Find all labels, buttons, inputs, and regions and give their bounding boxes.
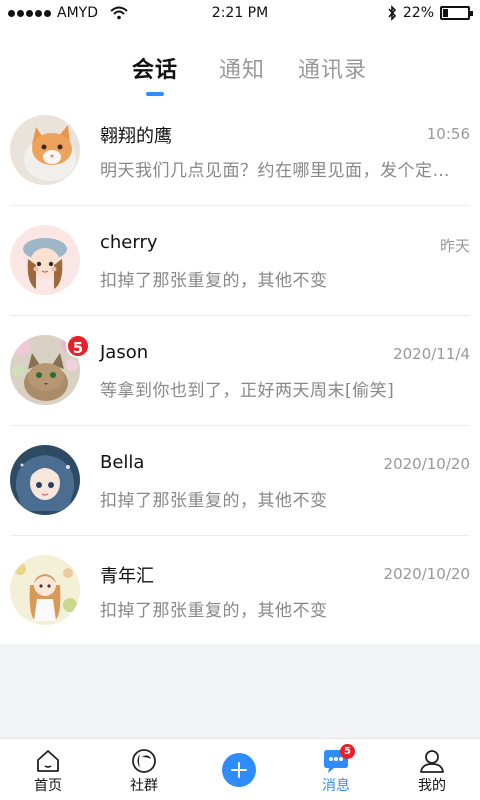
conversation-preview: 扣掉了那张重复的，其他不变 (100, 491, 328, 511)
tab-community[interactable]: 社群 (96, 739, 192, 800)
bluetooth-icon (388, 5, 396, 21)
conversation-row[interactable]: 翱翔的鹰 10:56 明天我们几点见面？约在哪里见面，发个定位过来 (0, 96, 480, 206)
plus-icon (222, 753, 256, 787)
conversation-name: Jason (100, 342, 149, 363)
tab-conversations[interactable]: 会话 (132, 52, 178, 84)
tab-profile-label: 我的 (418, 778, 446, 794)
conversation-name: 青年汇 (100, 566, 154, 587)
conversation-time: 10:56 (426, 125, 470, 143)
conversation-preview: 等拿到你也到了，正好两天周末[偷笑] (100, 381, 395, 401)
status-bar: AMYD 2:21 PM 22% (0, 0, 480, 28)
conversation-name: cherry (100, 232, 158, 253)
unread-badge: 5 (66, 334, 90, 358)
tab-community-label: 社群 (130, 778, 158, 794)
profile-icon (420, 750, 444, 773)
tab-messages[interactable]: 5 消息 (288, 739, 384, 800)
conversation-time: 2020/10/20 (383, 455, 470, 473)
system-indicators: 22% (387, 5, 473, 21)
conversation-time: 昨天 (439, 237, 470, 255)
tab-notifications[interactable]: 通知 (219, 52, 265, 84)
conversation-time: 2020/10/20 (383, 565, 470, 583)
tab-profile[interactable]: 我的 (384, 739, 480, 800)
conversation-tabs: 会话 通知 通讯录 (0, 28, 480, 96)
conversation-row[interactable]: Jason 2020/11/4 等拿到你也到了，正好两天周末[偷笑] (0, 316, 480, 426)
avatar (10, 445, 80, 515)
bottom-tab-bar: 首页 社群 5 消息 我的 (0, 738, 480, 800)
battery-percent: 22% (402, 5, 434, 21)
conversation-row[interactable]: cherry 昨天 扣掉了那张重复的，其他不变 (0, 206, 480, 316)
conversation-name: Bella (100, 452, 145, 473)
conversation-time: 2020/11/4 (393, 345, 470, 363)
conversation-row[interactable]: 青年汇 2020/10/20 扣掉了那张重复的，其他不变 (0, 536, 480, 646)
tab-contacts[interactable]: 通讯录 (298, 52, 367, 84)
avatar (10, 115, 80, 185)
tab-home[interactable]: 首页 (0, 739, 96, 800)
tab-home-label: 首页 (34, 778, 62, 794)
conversation-preview: 扣掉了那张重复的，其他不变 (100, 271, 328, 291)
conversation-row[interactable]: Bella 2020/10/20 扣掉了那张重复的，其他不变 (0, 426, 480, 536)
message-badge: 5 (340, 744, 355, 759)
community-icon (132, 749, 156, 773)
avatar (10, 555, 80, 625)
conversation-preview: 扣掉了那张重复的，其他不变 (100, 601, 328, 621)
tab-messages-label: 消息 (322, 778, 350, 794)
home-icon (37, 750, 59, 772)
conversation-preview: 明天我们几点见面？约在哪里见面，发个定位过来 (100, 161, 462, 181)
conversation-list: 翱翔的鹰 10:56 明天我们几点见面？约在哪里见面，发个定位过来 cherry… (0, 96, 480, 644)
avatar (10, 225, 80, 295)
conversation-name: 翱翔的鹰 (100, 126, 172, 147)
battery-icon (440, 6, 473, 20)
tab-add[interactable] (192, 739, 288, 800)
